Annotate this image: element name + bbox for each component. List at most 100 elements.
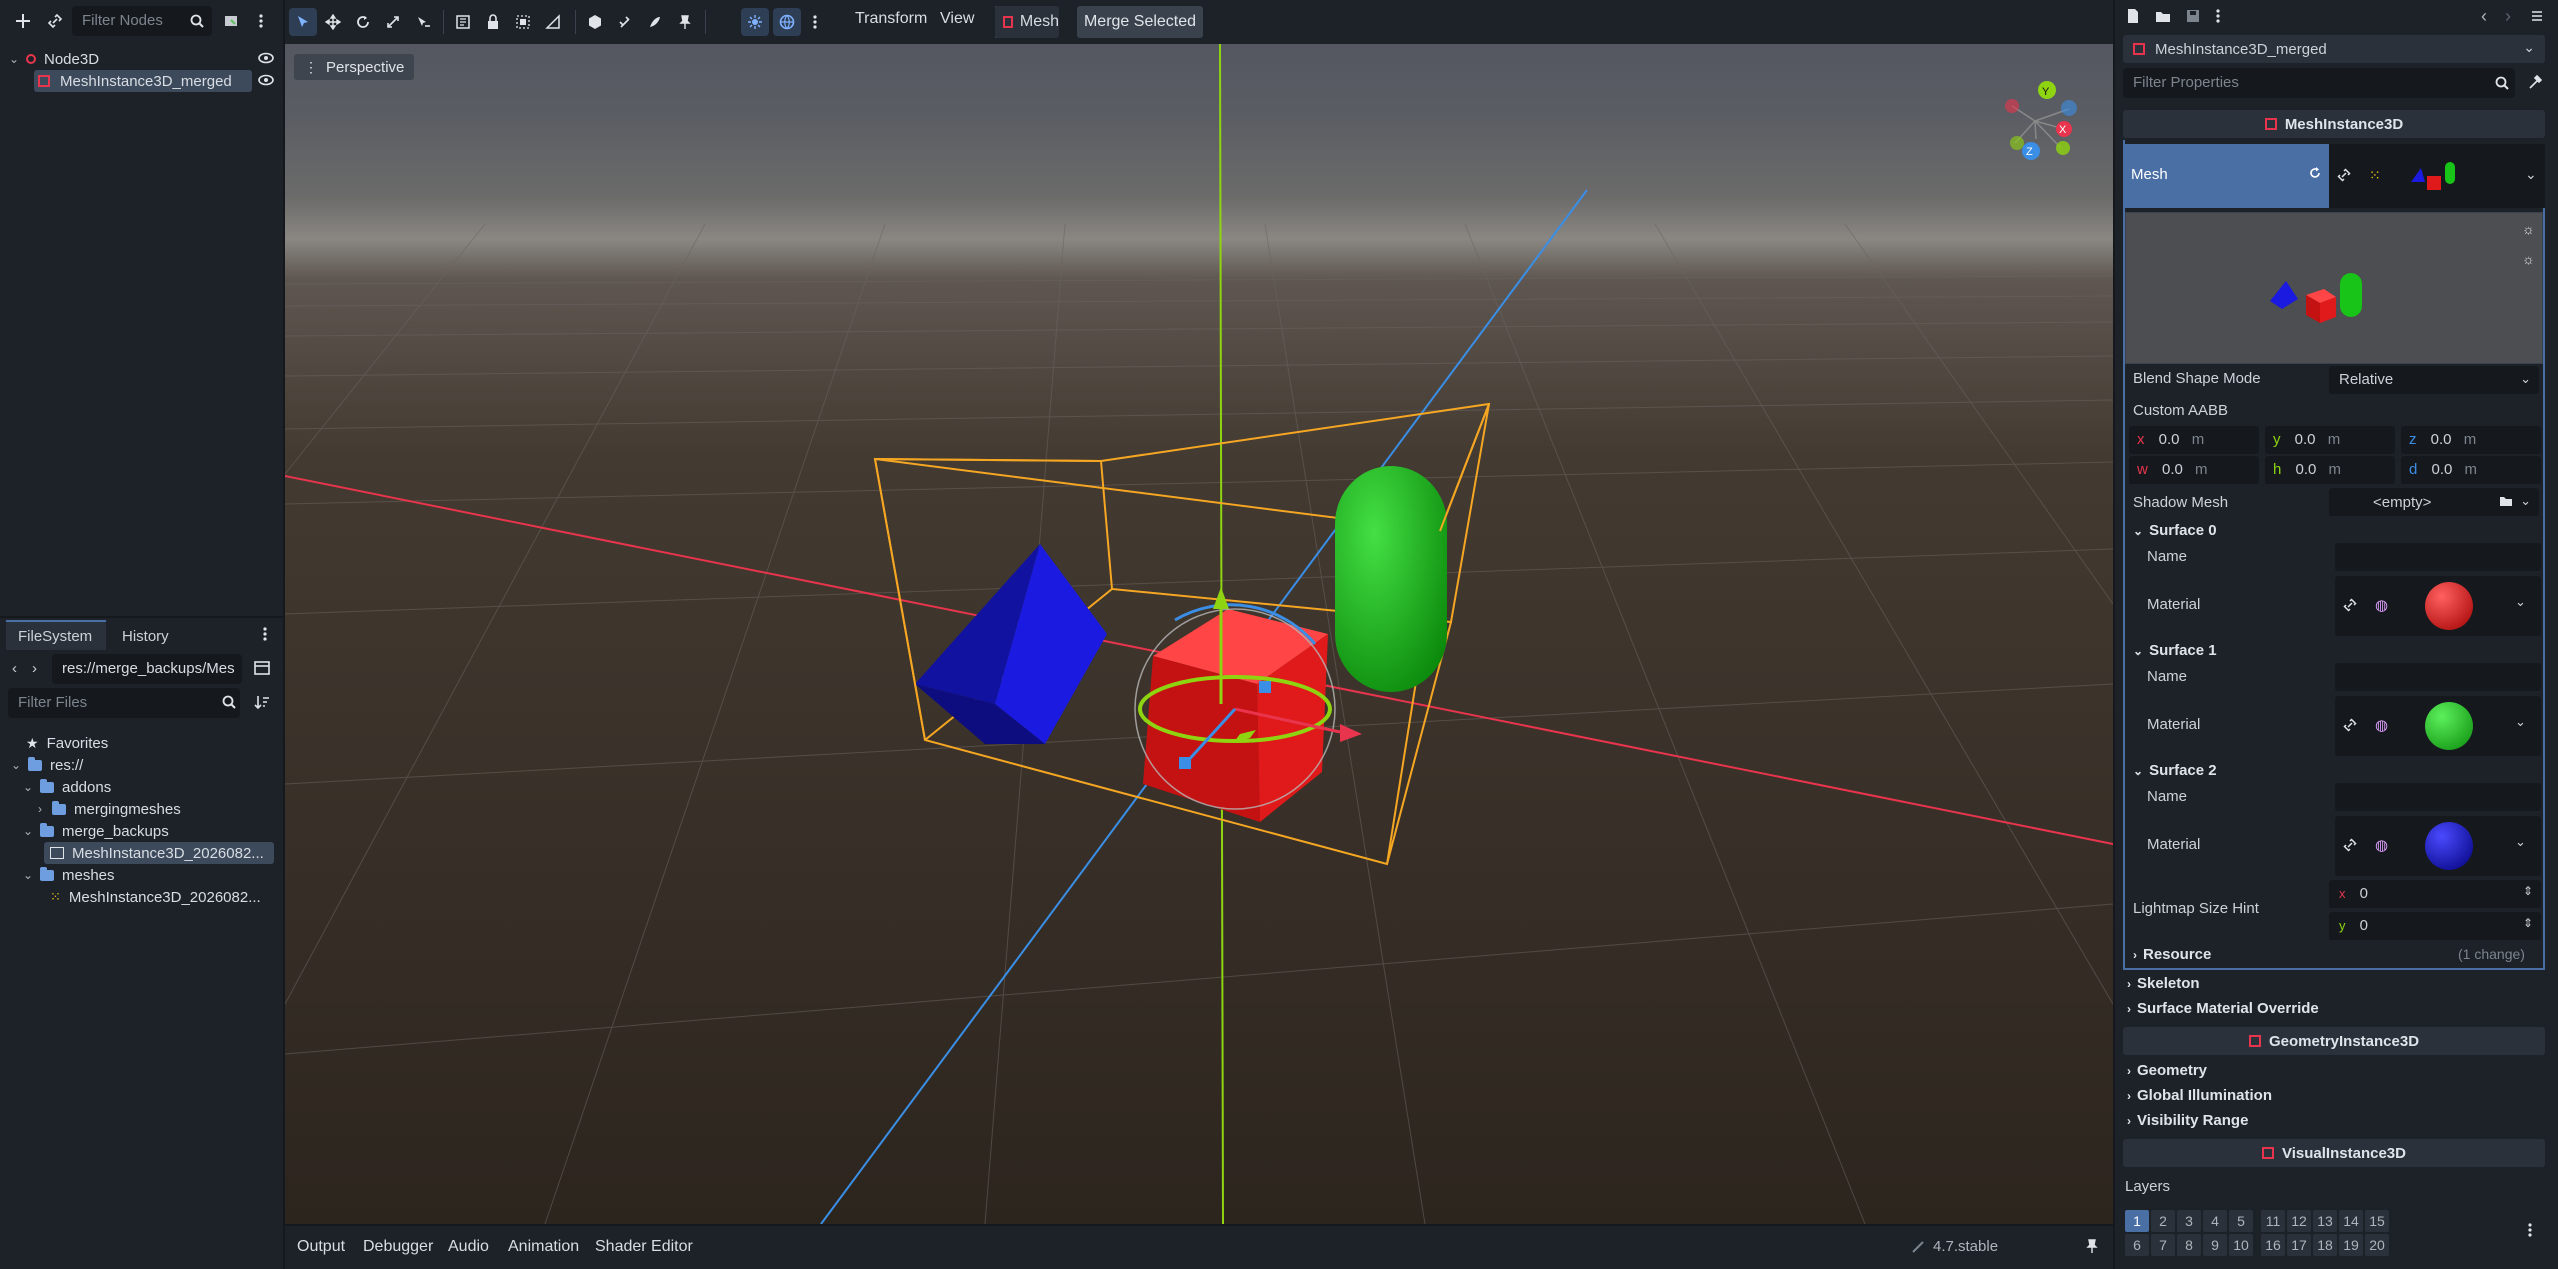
tab-output[interactable]: Output (297, 1238, 345, 1256)
aabb-z-field[interactable]: z 0.0 m (2401, 426, 2541, 454)
pin-icon[interactable] (671, 8, 699, 36)
layer-toggle-11[interactable]: 11 (2261, 1210, 2285, 1232)
load-resource-icon[interactable] (2499, 494, 2513, 508)
surface-1-header[interactable]: ⌄ Surface 1 (2133, 642, 2217, 659)
nav-forward-icon[interactable]: › (32, 660, 37, 677)
save-icon[interactable] (2185, 8, 2201, 24)
layer-toggle-7[interactable]: 7 (2151, 1234, 2175, 1256)
layer-toggle-14[interactable]: 14 (2339, 1210, 2363, 1232)
fs-favorites[interactable]: ★ Favorites (26, 732, 108, 754)
layer-toggle-19[interactable]: 19 (2339, 1234, 2363, 1256)
layer-toggle-2[interactable]: 2 (2151, 1210, 2175, 1232)
layer-toggle-4[interactable]: 4 (2203, 1210, 2227, 1232)
tab-filesystem[interactable]: FileSystem (6, 620, 106, 650)
layer-toggle-3[interactable]: 3 (2177, 1210, 2201, 1232)
spinner-arrows-icon[interactable]: ⇕ (2523, 884, 2533, 898)
environment-preview-icon[interactable] (773, 8, 801, 36)
lightmap-y-field[interactable]: y 0 ⇕ (2329, 912, 2541, 940)
surface-0-name-field[interactable] (2335, 543, 2541, 571)
new-resource-icon[interactable] (2125, 8, 2141, 24)
lock-icon[interactable] (479, 8, 507, 36)
viewport-canvas[interactable]: Y Z X (285, 44, 2113, 1224)
open-folder-icon[interactable] (2155, 8, 2171, 24)
chevron-right-icon[interactable]: › (34, 802, 46, 816)
tab-animation[interactable]: Animation (508, 1238, 579, 1256)
fs-res-root[interactable]: ⌄ res:// (10, 754, 83, 776)
mesh-property-row[interactable]: Mesh (2123, 144, 2329, 208)
visibility-range-section[interactable]: › Visibility Range (2127, 1112, 2248, 1129)
3d-viewport[interactable]: Y Z X ⋮ Perspective (285, 44, 2113, 1224)
skeleton-section[interactable]: › Skeleton (2127, 975, 2200, 992)
light-1-toggle-icon[interactable]: ☼ (2522, 221, 2535, 237)
more-options-icon[interactable] (248, 8, 274, 34)
fs-addons[interactable]: ⌄ addons (22, 776, 111, 798)
layer-toggle-8[interactable]: 8 (2177, 1234, 2201, 1256)
revert-icon[interactable] (2308, 166, 2322, 180)
surface-1-material-picker[interactable]: ◍ ⌄ (2335, 696, 2541, 756)
snap-icon[interactable] (611, 8, 639, 36)
global-illumination-section[interactable]: › Global Illumination (2127, 1087, 2272, 1104)
visibility-eye-icon[interactable] (258, 73, 274, 87)
layer-toggle-18[interactable]: 18 (2313, 1234, 2337, 1256)
more-options-icon[interactable] (262, 626, 268, 642)
rotate-mode-icon[interactable] (349, 8, 377, 36)
group-icon[interactable] (509, 8, 537, 36)
instance-scene-icon[interactable] (218, 8, 244, 34)
layer-toggle-10[interactable]: 10 (2229, 1234, 2253, 1256)
surface-2-material-picker[interactable]: ◍ ⌄ (2335, 816, 2541, 876)
fs-mergingmeshes[interactable]: › mergingmeshes (34, 798, 181, 820)
merge-selected-button[interactable]: Merge Selected (1077, 6, 1203, 38)
layer-toggle-1[interactable]: 1 (2125, 1210, 2149, 1232)
visibility-eye-icon[interactable] (258, 51, 274, 65)
menu-transform[interactable]: Transform (855, 10, 927, 28)
chevron-down-icon[interactable]: ⌄ (22, 824, 34, 838)
select-mode-icon[interactable] (289, 8, 317, 36)
surface-material-override-section[interactable]: › Surface Material Override (2127, 1000, 2319, 1017)
blend-shape-mode-select[interactable]: Relative ⌄ (2329, 366, 2539, 394)
lightmap-x-field[interactable]: x 0 ⇕ (2329, 880, 2541, 908)
perspective-menu-button[interactable]: ⋮ Perspective (294, 54, 415, 80)
link-icon[interactable] (42, 8, 68, 34)
layer-toggle-6[interactable]: 6 (2125, 1234, 2149, 1256)
aabb-y-field[interactable]: y 0.0 m (2265, 426, 2395, 454)
layer-toggle-9[interactable]: 9 (2203, 1234, 2227, 1256)
ruler-snap-icon[interactable] (449, 8, 477, 36)
tree-node-meshinstance3d-merged[interactable]: MeshInstance3D_merged (34, 70, 252, 92)
sun-preview-icon[interactable] (741, 8, 769, 36)
fs-meshes[interactable]: ⌄ meshes (22, 864, 115, 886)
surface-2-header[interactable]: ⌄ Surface 2 (2133, 762, 2217, 779)
object-history-icon[interactable] (2529, 8, 2545, 24)
tools-icon[interactable] (2527, 74, 2543, 90)
move-mode-icon[interactable] (319, 8, 347, 36)
object-selector[interactable]: MeshInstance3D_merged ⌄ (2123, 35, 2545, 63)
layer-toggle-13[interactable]: 13 (2313, 1210, 2337, 1232)
layer-toggle-15[interactable]: 15 (2365, 1210, 2389, 1232)
aabb-d-field[interactable]: d 0.0 m (2401, 456, 2541, 484)
ruler-icon[interactable] (539, 8, 567, 36)
layer-toggle-12[interactable]: 12 (2287, 1210, 2311, 1232)
layer-toggle-5[interactable]: 5 (2229, 1210, 2253, 1232)
pin-icon[interactable] (2085, 1238, 2099, 1254)
tab-debugger[interactable]: Debugger (363, 1238, 433, 1256)
file-filter-input[interactable]: Filter Files (8, 688, 240, 718)
more-options-icon[interactable] (2215, 8, 2221, 24)
local-space-icon[interactable] (581, 8, 609, 36)
resource-section[interactable]: › Resource (2133, 946, 2211, 963)
link-icon[interactable] (2343, 598, 2357, 612)
surface-0-material-picker[interactable]: ◍ ⌄ (2335, 576, 2541, 636)
history-back-icon[interactable]: ‹ (2481, 6, 2487, 27)
tab-history[interactable]: History (122, 628, 169, 645)
surface-1-name-field[interactable] (2335, 663, 2541, 691)
light-2-toggle-icon[interactable]: ☼ (2522, 251, 2535, 267)
layer-toggle-17[interactable]: 17 (2287, 1234, 2311, 1256)
path-field[interactable]: res://merge_backups/Mes (52, 654, 242, 684)
chevron-down-icon[interactable]: ⌄ (8, 52, 20, 66)
aabb-h-field[interactable]: h 0.0 m (2265, 456, 2395, 484)
fs-merge-backups[interactable]: ⌄ merge_backups (22, 820, 169, 842)
mesh-resource-picker[interactable]: ⁙ ⌄ (2329, 144, 2545, 208)
surface-2-name-field[interactable] (2335, 783, 2541, 811)
shadow-mesh-picker[interactable]: <empty> ⌄ (2329, 488, 2539, 516)
menu-view[interactable]: View (940, 10, 974, 28)
aabb-w-field[interactable]: w 0.0 m (2129, 456, 2259, 484)
link-icon[interactable] (2343, 718, 2357, 732)
